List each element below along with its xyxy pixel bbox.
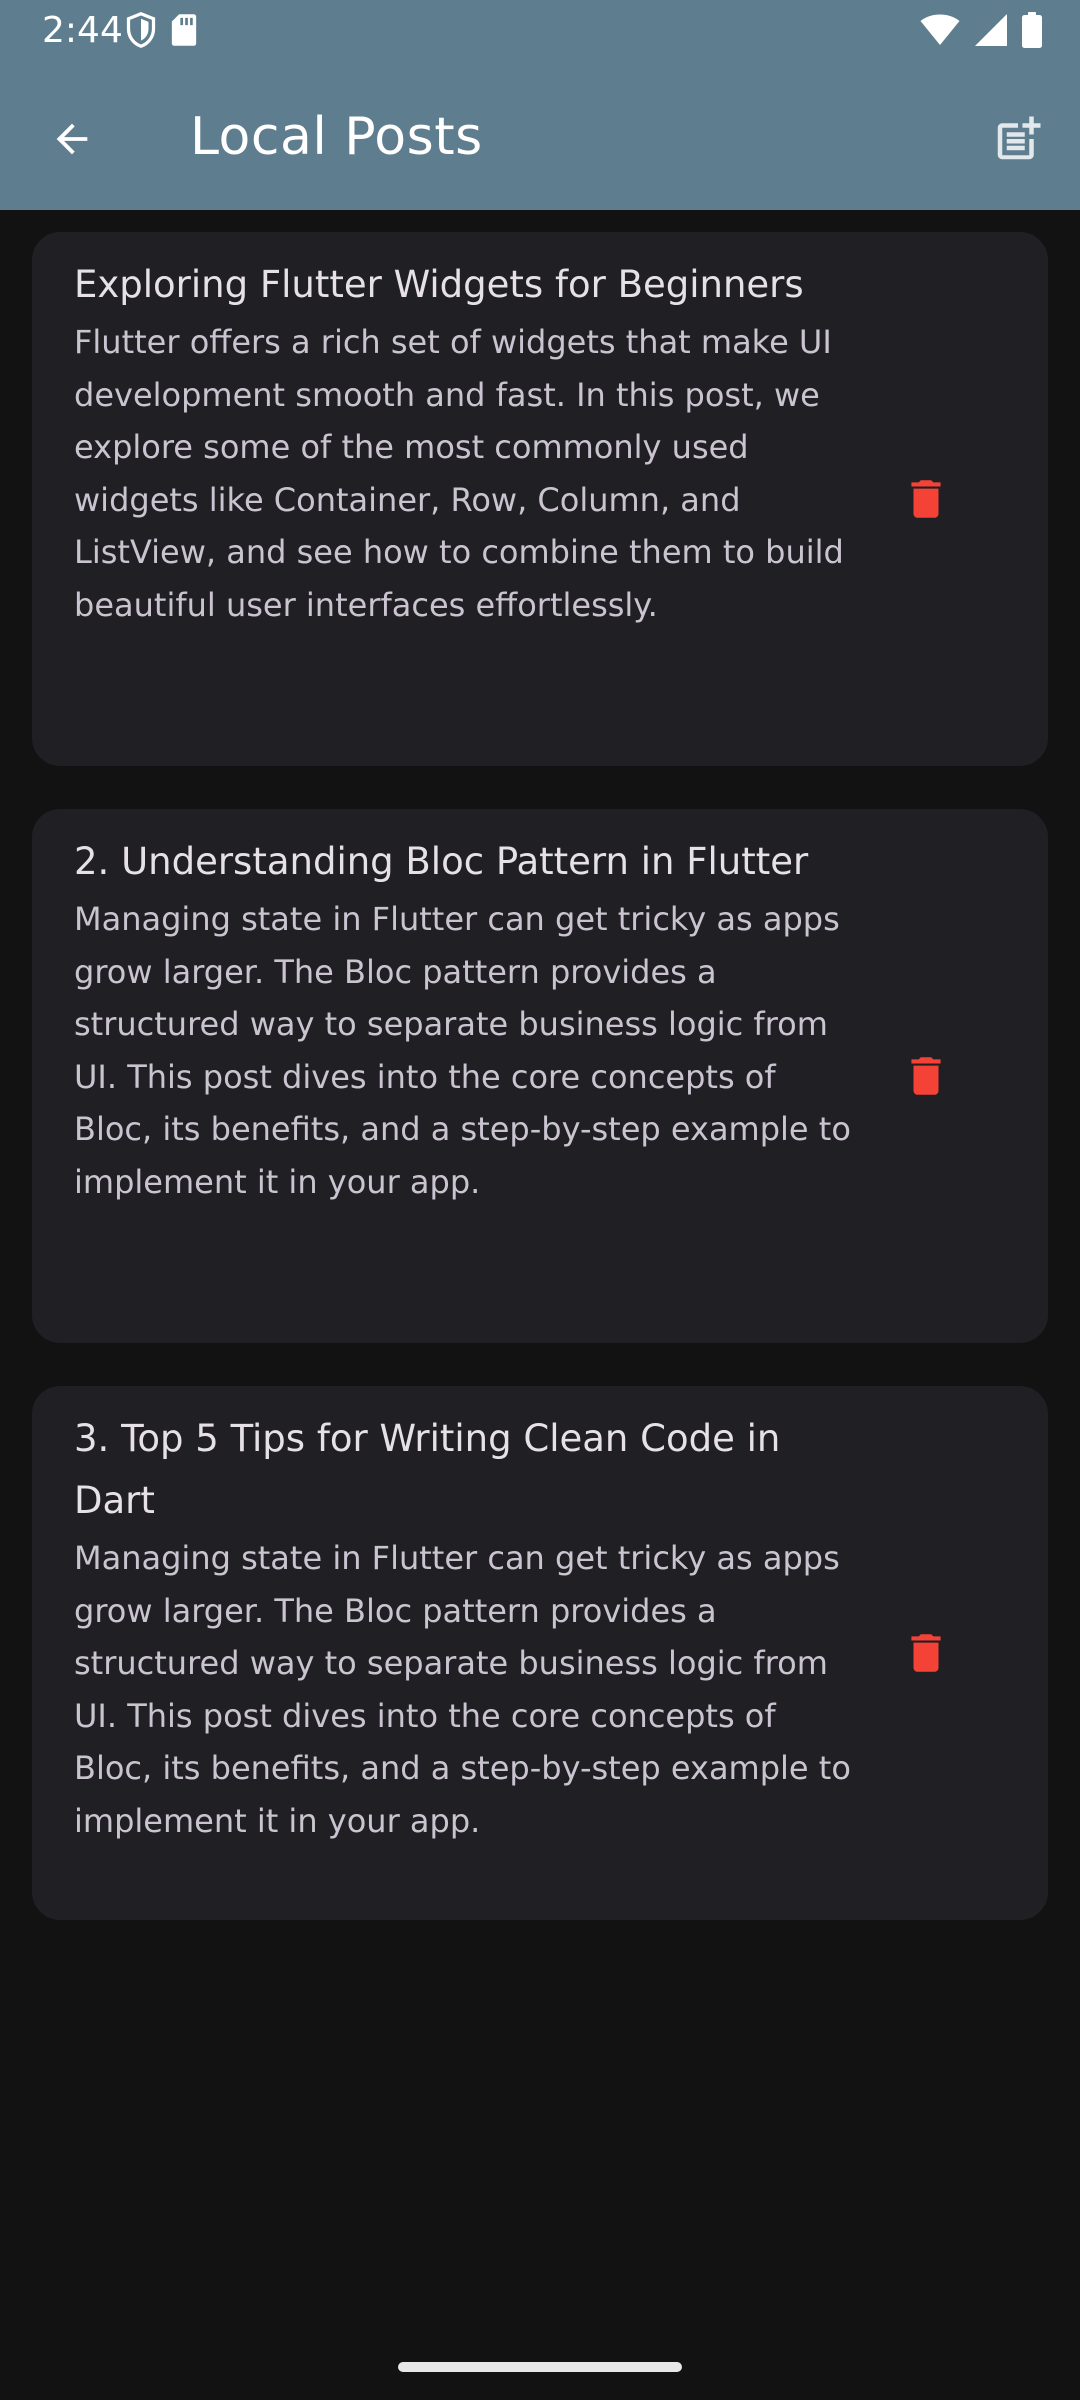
status-time: 2:44 <box>42 10 123 51</box>
post-body: Managing state in Flutter can get tricky… <box>74 1539 851 1840</box>
delete-post-button[interactable] <box>884 1611 968 1695</box>
wifi-icon <box>920 14 960 46</box>
post-card[interactable]: Exploring Flutter Widgets for Beginners … <box>32 232 1048 766</box>
page-title: Local Posts <box>190 107 483 167</box>
arrow-back-icon <box>49 116 95 162</box>
post-card[interactable]: 3. Top 5 Tips for Writing Clean Code in … <box>32 1386 1048 1920</box>
delete-post-button[interactable] <box>884 1034 968 1118</box>
trash-icon <box>901 1628 951 1678</box>
cell-signal-icon <box>974 13 1008 47</box>
post-card[interactable]: 2. Understanding Bloc Pattern in Flutter… <box>32 809 1048 1343</box>
status-left-icons <box>126 11 198 48</box>
app-bar: Local Posts <box>0 64 1080 210</box>
post-content: 2. Understanding Bloc Pattern in Flutter… <box>74 831 854 1208</box>
post-title: Exploring Flutter Widgets for Beginners <box>74 263 804 306</box>
delete-post-button[interactable] <box>884 457 968 541</box>
post-content: Exploring Flutter Widgets for Beginners … <box>74 254 854 631</box>
post-add-icon <box>991 112 1045 166</box>
trash-icon <box>901 474 951 524</box>
post-title: 2. Understanding Bloc Pattern in Flutter <box>74 840 809 883</box>
home-indicator[interactable] <box>398 2362 682 2372</box>
status-bar: 2:44 <box>0 0 1080 64</box>
add-post-button[interactable] <box>976 97 1060 181</box>
post-body: Flutter offers a rich set of widgets tha… <box>74 323 844 624</box>
shield-icon <box>126 11 156 48</box>
battery-icon <box>1022 12 1042 48</box>
status-right-icons <box>920 12 1042 48</box>
sd-card-icon <box>170 13 198 47</box>
post-title: 3. Top 5 Tips for Writing Clean Code in … <box>74 1417 781 1522</box>
posts-list: Exploring Flutter Widgets for Beginners … <box>32 232 1048 1963</box>
back-button[interactable] <box>30 97 114 181</box>
post-content: 3. Top 5 Tips for Writing Clean Code in … <box>74 1408 854 1847</box>
trash-icon <box>901 1051 951 1101</box>
post-body: Managing state in Flutter can get tricky… <box>74 900 851 1201</box>
app-header: 2:44 Local Posts <box>0 0 1080 210</box>
